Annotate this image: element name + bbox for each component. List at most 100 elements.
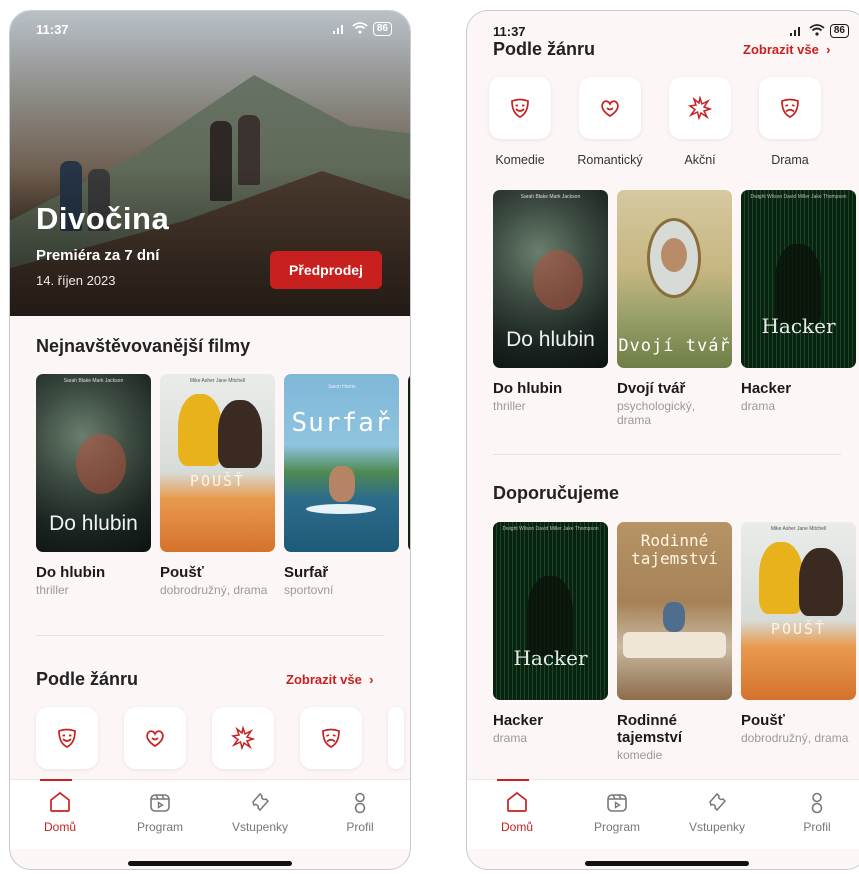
tab-home[interactable]: Domů — [15, 779, 105, 849]
wifi-icon — [352, 21, 368, 37]
movie-title: Rodinné tajemství — [617, 712, 683, 746]
genre-tile-partial[interactable] — [388, 707, 404, 769]
movie-genre: psychologický, drama — [617, 399, 696, 427]
genre-item-komedie[interactable]: Komedie — [487, 77, 553, 167]
movie-title: Do hlubin — [493, 380, 563, 397]
movie-genre: komedie — [617, 748, 663, 762]
bottom-tab-bar: Domů Program Vstupenky Profil — [467, 779, 859, 849]
genre-tile-romanticky[interactable] — [124, 707, 186, 769]
movie-poster[interactable] — [408, 374, 410, 552]
movie-card-hacker[interactable]: Dwight Wilson David Miller Jake Thompson… — [741, 190, 856, 427]
movie-card-hacker[interactable]: Dwight Wilson David Miller Jake Thompson… — [493, 522, 608, 762]
see-all-link[interactable]: Zobrazit vše › — [743, 42, 830, 57]
tab-program[interactable]: Program — [572, 780, 662, 849]
tab-profile[interactable]: Profil — [772, 780, 859, 849]
tab-tickets[interactable]: Vstupenky — [672, 780, 762, 849]
movie-card-do-hlubin[interactable]: Sarah Blake Mark Jackson Do hlubin Do hl… — [493, 190, 608, 427]
see-all-link[interactable]: Zobrazit vše › — [286, 672, 373, 687]
signal-icon — [789, 24, 804, 39]
genre-list[interactable] — [36, 707, 404, 769]
genre-label: Komedie — [495, 153, 545, 167]
movie-poster[interactable]: Dvojí tvář — [617, 190, 732, 368]
movie-title: Dvojí tvář — [617, 380, 686, 397]
explosion-icon — [688, 96, 712, 120]
tab-tickets[interactable]: Vstupenky — [215, 780, 305, 849]
movie-genre: drama — [741, 399, 776, 413]
poster-title: Surfař — [291, 408, 392, 438]
genre-tile-drama[interactable] — [300, 707, 362, 769]
signal-icon — [332, 22, 347, 37]
recommended-movies-list[interactable]: Dwight Wilson David Miller Jake Thompson… — [493, 522, 856, 762]
movie-poster[interactable]: Sarah Blake Mark Jackson Do hlubin — [493, 190, 608, 368]
home-icon — [507, 791, 527, 812]
comedy-mask-icon — [511, 98, 529, 118]
section-divider — [493, 454, 841, 455]
program-icon — [150, 794, 170, 812]
genre-tile-komedie[interactable] — [36, 707, 98, 769]
genre-label: Akční — [684, 153, 716, 167]
movie-poster[interactable]: Mike Asher Jane Mitchell POUŠŤ — [741, 522, 856, 700]
movie-title: Poušť — [160, 564, 204, 581]
movie-poster[interactable]: Sarah Blake Mark Jackson Do hlubin — [36, 374, 151, 552]
movie-card-do-hlubin[interactable]: Sarah Blake Mark Jackson Do hlubin Do hl… — [36, 374, 151, 597]
tab-program[interactable]: Program — [115, 780, 205, 849]
movie-poster[interactable]: Rodinné tajemství — [617, 522, 732, 700]
poster-title: Do hlubin — [506, 328, 595, 351]
movie-title: Hacker — [493, 712, 544, 729]
genre-movies-list[interactable]: Sarah Blake Mark Jackson Do hlubin Do hl… — [493, 190, 856, 427]
movie-card-partial[interactable] — [408, 374, 410, 597]
poster-title: Do hlubin — [49, 512, 138, 535]
chevron-right-icon: › — [365, 672, 374, 687]
movie-card-dvoji-tvar[interactable]: Dvojí tvář Dvojí tvář psychologický, dra… — [617, 190, 732, 427]
recommended-section-title: Doporučujeme — [493, 483, 620, 503]
movie-poster[interactable]: Dwight Wilson David Miller Jake Thompson… — [493, 522, 608, 700]
drama-mask-icon — [781, 98, 799, 118]
genre-tile-akcni[interactable] — [212, 707, 274, 769]
profile-icon — [354, 792, 366, 814]
status-time: 11:37 — [36, 21, 69, 37]
poster-title: POUŠŤ — [770, 620, 827, 638]
movie-genre: drama — [493, 731, 528, 745]
section-divider — [36, 635, 384, 636]
program-icon — [607, 794, 627, 812]
heart-mask-icon — [146, 730, 164, 748]
movie-card-rodinne-tajemstvi[interactable]: Rodinné tajemství Rodinné tajemství kome… — [617, 522, 732, 762]
poster-title: Dvojí tvář — [618, 336, 731, 356]
battery-icon: 86 — [372, 22, 392, 36]
presale-button[interactable]: Předprodej — [270, 251, 382, 289]
explosion-icon — [231, 726, 255, 750]
movie-genre: dobrodružný, drama — [160, 583, 268, 597]
status-bar: 11:37 86 — [10, 11, 410, 47]
movie-genre: dobrodružný, drama — [741, 731, 849, 745]
movie-card-poust[interactable]: Mike Asher Jane Mitchell POUŠŤ Poušť dob… — [160, 374, 275, 597]
ticket-icon — [252, 792, 270, 812]
tab-profile[interactable]: Profil — [315, 780, 405, 849]
movie-poster[interactable]: Jason Harris Surfař — [284, 374, 399, 552]
movie-title: Poušť — [741, 712, 785, 729]
chevron-right-icon: › — [822, 42, 831, 57]
poster-title: Hacker — [513, 646, 588, 670]
genre-item-drama[interactable]: Drama — [757, 77, 823, 167]
wifi-icon — [809, 23, 825, 39]
genre-list[interactable]: Komedie Romantický Akční Drama — [489, 77, 823, 167]
comedy-mask-icon — [58, 728, 76, 748]
genre-item-akcni[interactable]: Akční — [667, 77, 733, 167]
genre-section-title: Podle žánru — [36, 669, 139, 689]
heart-mask-icon — [601, 100, 619, 118]
tab-home[interactable]: Domů — [472, 779, 562, 849]
popular-movies-list[interactable]: Sarah Blake Mark Jackson Do hlubin Do hl… — [36, 374, 410, 597]
movie-title: Surfař — [284, 564, 329, 581]
genre-item-romanticky[interactable]: Romantický — [577, 77, 643, 167]
hero-subtitle: Premiéra za 7 dní — [36, 247, 160, 264]
movie-card-poust[interactable]: Mike Asher Jane Mitchell POUŠŤ Poušť dob… — [741, 522, 856, 762]
poster-title: Hacker — [761, 314, 836, 338]
popular-section-title: Nejnavštěvovanější filmy — [36, 336, 251, 356]
hero-title: Divočina — [36, 201, 170, 236]
movie-poster[interactable]: Mike Asher Jane Mitchell POUŠŤ — [160, 374, 275, 552]
genre-label: Drama — [771, 153, 809, 167]
status-time: 11:37 — [493, 23, 526, 39]
bottom-tab-bar: Domů Program Vstupenky Profil — [10, 779, 410, 849]
movie-card-surfar[interactable]: Jason Harris Surfař Surfař sportovní — [284, 374, 399, 597]
movie-poster[interactable]: Dwight Wilson David Miller Jake Thompson… — [741, 190, 856, 368]
poster-title: POUŠŤ — [189, 472, 246, 490]
